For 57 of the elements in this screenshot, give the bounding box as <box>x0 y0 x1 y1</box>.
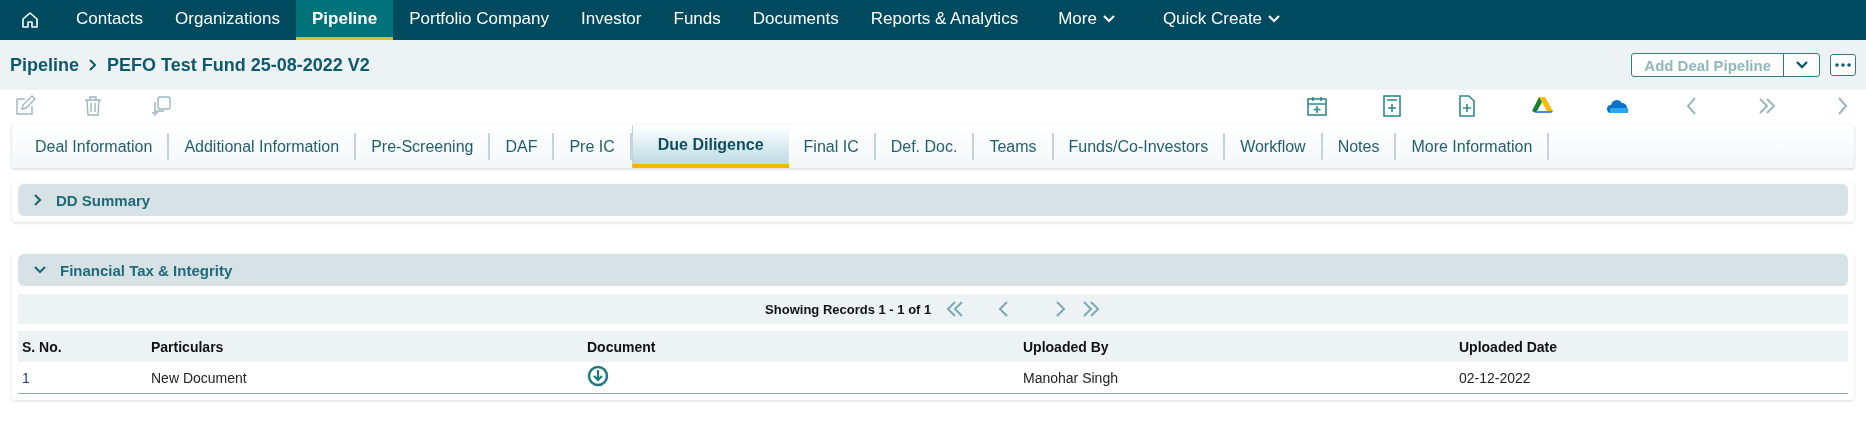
copy-icon[interactable] <box>150 95 172 117</box>
nav-link[interactable]: Investor <box>565 0 658 40</box>
tab[interactable]: Workflow <box>1225 133 1323 160</box>
chevron-right-icon <box>89 59 98 71</box>
previous-page-icon[interactable] <box>996 300 1009 318</box>
tab[interactable]: Additional Information <box>169 133 357 160</box>
nav-link[interactable]: Contacts <box>60 0 160 40</box>
chevron-down-icon <box>1795 61 1808 69</box>
column-header: Uploaded By <box>1019 331 1455 362</box>
tab[interactable]: Teams <box>974 133 1054 160</box>
nav-link[interactable]: Organizations <box>159 0 296 40</box>
tab[interactable]: More Information <box>1396 133 1550 160</box>
record-count: Showing Records 1 - 1 of 1 <box>765 301 932 317</box>
nav-link[interactable]: Reports & Analytics <box>854 0 1035 40</box>
first-page-icon[interactable] <box>945 300 966 318</box>
nav-link[interactable]: Portfolio Company <box>393 0 565 40</box>
nav-link[interactable]: Funds <box>657 0 737 40</box>
chevron-down-icon <box>34 266 46 274</box>
tab[interactable]: Def. Doc. <box>875 133 975 160</box>
tab[interactable]: Deal Information <box>20 133 170 160</box>
form-plus-icon[interactable] <box>1381 95 1404 117</box>
home-icon[interactable] <box>20 10 40 30</box>
ellipsis-icon <box>1835 63 1851 67</box>
table-cell: New Document <box>147 362 583 394</box>
section-header[interactable]: Financial Tax & Integrity <box>18 254 1848 286</box>
tab[interactable]: Due Diligence <box>631 125 789 168</box>
section-title: Financial Tax & Integrity <box>60 261 233 279</box>
breadcrumb-link[interactable]: Pipeline <box>10 54 80 76</box>
tab[interactable]: DAF <box>490 133 555 160</box>
column-header: S. No. <box>18 331 147 362</box>
trash-icon[interactable] <box>82 95 104 117</box>
table-cell: 1 <box>18 362 147 394</box>
chevron-right-icon <box>34 194 42 206</box>
nav-menu[interactable]: Quick Create <box>1138 0 1305 40</box>
section-header[interactable]: DD Summary <box>18 184 1848 216</box>
edit-icon[interactable] <box>14 95 36 117</box>
calendar-plus-icon[interactable] <box>1306 95 1329 117</box>
nav-link[interactable]: Documents <box>736 0 855 40</box>
tab[interactable]: Funds/Co-Investors <box>1053 133 1226 160</box>
section-title: DD Summary <box>56 191 151 209</box>
chevron-down-icon <box>1268 14 1281 23</box>
next-page-icon[interactable] <box>1054 300 1067 318</box>
tab[interactable]: Notes <box>1322 133 1397 160</box>
tab[interactable]: Pre-Screening <box>356 133 491 160</box>
column-header: Uploaded Date <box>1455 331 1848 362</box>
nav-link[interactable]: Pipeline <box>296 0 394 40</box>
more-button[interactable] <box>1830 54 1856 76</box>
last-page-icon[interactable] <box>1080 300 1101 318</box>
nav-menu[interactable]: More <box>1034 0 1139 40</box>
tab[interactable]: Final IC <box>788 133 876 160</box>
column-header: Document <box>583 331 1019 362</box>
table-cell: Manohar Singh <box>1019 362 1455 394</box>
column-header: Particulars <box>147 331 583 362</box>
table-cell: 02-12-2022 <box>1455 362 1848 394</box>
download-icon[interactable] <box>587 365 609 387</box>
record-title: PEFO Test Fund 25-08-2022 V2 <box>107 54 370 76</box>
chevron-down-icon <box>1102 14 1115 23</box>
